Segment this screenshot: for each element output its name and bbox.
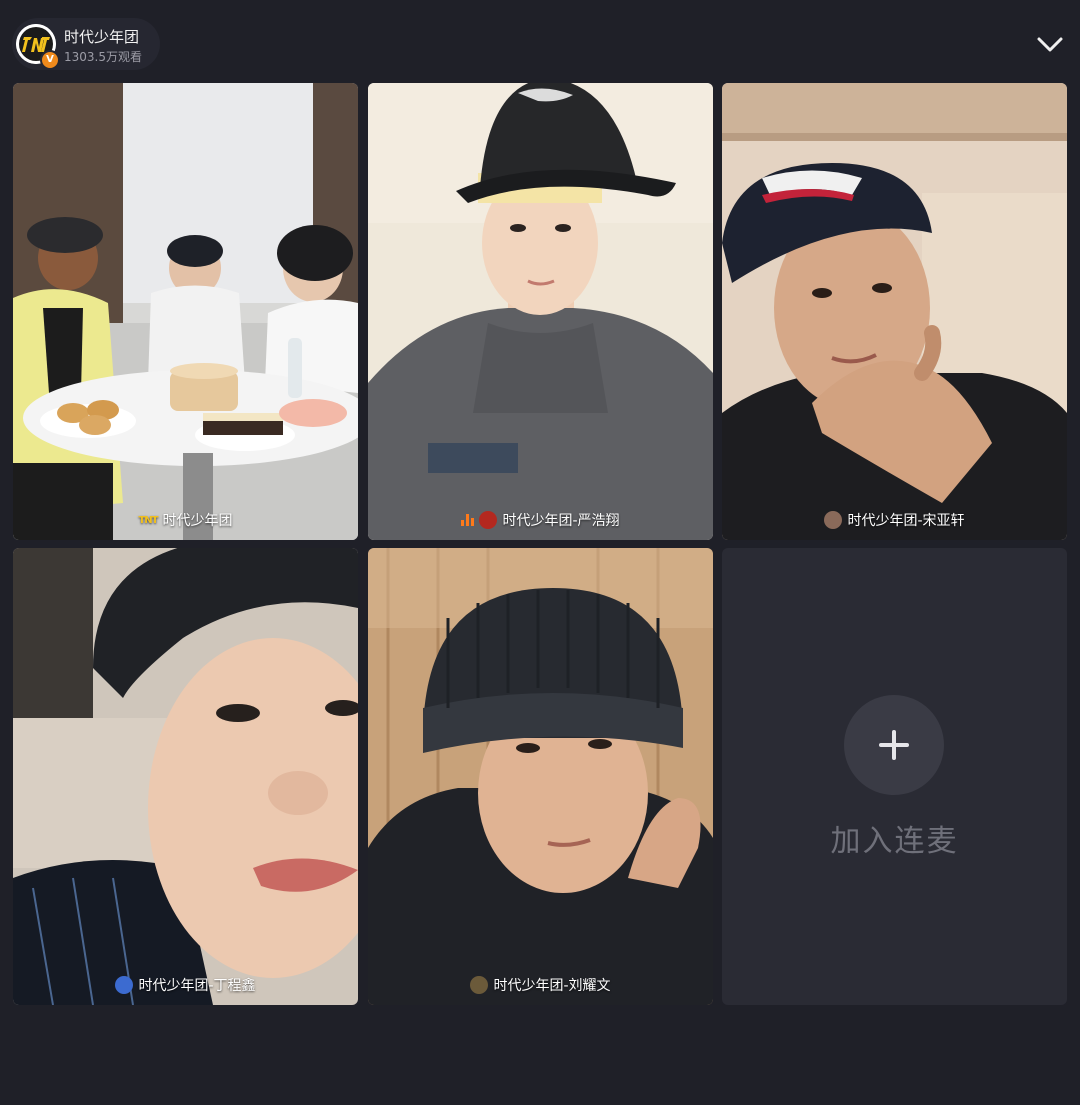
guest-tile-3[interactable]: 时代少年团-宋亚轩 <box>722 83 1067 540</box>
verified-badge: V <box>40 50 60 70</box>
guest-tile-host[interactable]: TNT 时代少年团 <box>13 83 358 540</box>
guest-tile-2[interactable]: 时代少年团-严浩翔 <box>368 83 713 540</box>
tnt-logo-icon: TNT <box>138 514 158 526</box>
video-frame <box>368 548 713 1005</box>
guest-avatar <box>479 511 498 529</box>
video-frame <box>722 83 1067 540</box>
guest-label: 时代少年团-丁程鑫 <box>13 975 358 995</box>
join-button[interactable] <box>844 695 944 795</box>
guest-label: 时代少年团-刘耀文 <box>368 975 713 995</box>
guest-label: TNT 时代少年团 <box>13 510 358 530</box>
video-frame <box>13 83 358 540</box>
guest-avatar <box>115 976 134 994</box>
guest-tile-5[interactable]: 时代少年团-刘耀文 <box>368 548 713 1005</box>
speaking-indicator-icon <box>461 514 475 526</box>
host-name[interactable]: 时代少年团 <box>64 26 139 47</box>
guest-avatar <box>470 976 489 994</box>
guest-name: 时代少年团-严浩翔 <box>502 513 620 529</box>
video-frame <box>368 83 713 540</box>
guest-label: 时代少年团-严浩翔 <box>368 510 713 530</box>
guest-label: 时代少年团-宋亚轩 <box>722 510 1067 530</box>
view-count: 1303.5万观看 <box>64 50 142 64</box>
guest-avatar <box>824 511 843 529</box>
chevron-down-icon[interactable] <box>1034 30 1066 60</box>
guest-tile-4[interactable]: 时代少年团-丁程鑫 <box>13 548 358 1005</box>
guest-name: 时代少年团-宋亚轩 <box>847 513 965 529</box>
join-co-host-slot[interactable]: 加入连麦 <box>722 548 1067 1005</box>
plus-icon <box>879 730 909 760</box>
guest-name: 时代少年团-丁程鑫 <box>138 978 256 994</box>
guest-name: 时代少年团 <box>162 513 233 529</box>
video-frame <box>13 548 358 1005</box>
join-label: 加入连麦 <box>830 824 959 859</box>
guest-name: 时代少年团-刘耀文 <box>493 978 611 994</box>
live-multi-guest-screen: V 时代少年团 1303.5万观看 TNT 时代少年团 时代少年团-严浩翔 时代… <box>0 0 1080 1105</box>
